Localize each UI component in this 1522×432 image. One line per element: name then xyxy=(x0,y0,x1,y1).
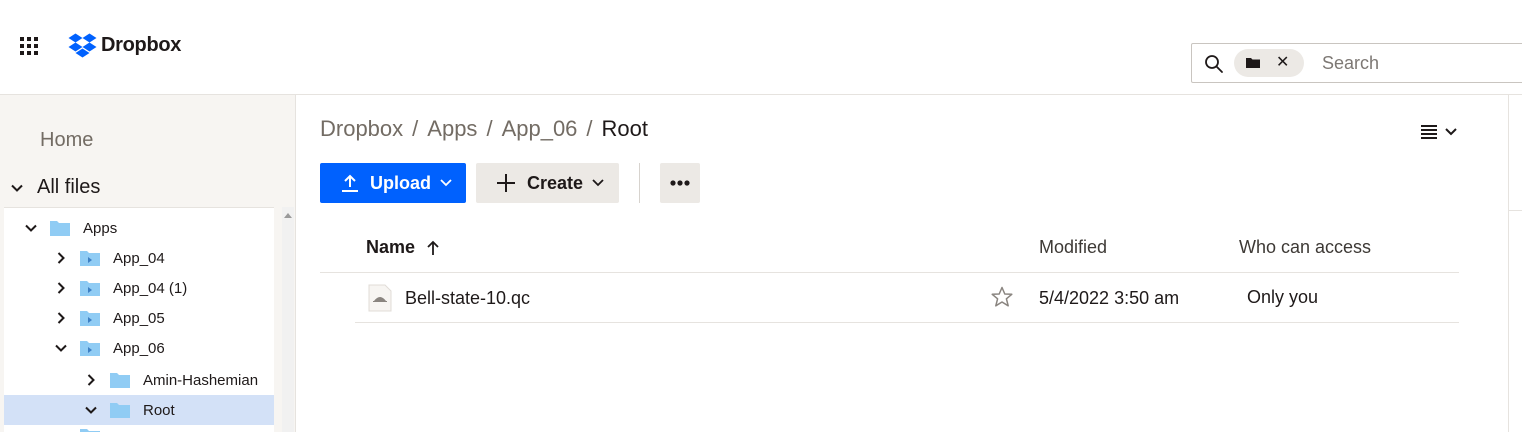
table-row[interactable]: Bell-state-10.qc 5/4/2022 3:50 am Only y… xyxy=(355,273,1459,323)
dropbox-logo-icon xyxy=(68,33,97,58)
table-divider xyxy=(355,322,1459,323)
upload-arrow-icon xyxy=(342,174,358,192)
create-button[interactable]: Create xyxy=(476,163,619,203)
dropbox-logo[interactable]: Dropbox xyxy=(68,33,181,58)
tree-item-label: Amin-Hashemian xyxy=(143,372,259,389)
sidebar-item-label: All files xyxy=(37,176,101,198)
breadcrumb-separator: / xyxy=(412,116,419,141)
sort-ascending-arrow-icon xyxy=(427,240,439,255)
breadcrumb-app-06[interactable]: App_06 xyxy=(502,116,578,142)
breadcrumb-apps[interactable]: Apps xyxy=(427,116,477,142)
tree-item-label: App_06 xyxy=(113,340,165,357)
column-header-who-can-access[interactable]: Who can access xyxy=(1239,237,1371,258)
clear-scope-close-icon[interactable]: ✕ xyxy=(1276,54,1289,72)
tree-item-app-05[interactable]: App_05 xyxy=(4,303,274,333)
file-name[interactable]: Bell-state-10.qc xyxy=(405,288,530,309)
more-actions-button[interactable] xyxy=(660,163,700,203)
folder-icon xyxy=(110,373,130,388)
tree-item-app-04-1[interactable]: App_04 (1) xyxy=(4,273,274,303)
page-title: Root xyxy=(601,116,649,141)
chevron-down-icon[interactable] xyxy=(10,181,24,195)
chevron-down-icon xyxy=(592,179,604,187)
main-content: Dropbox / Apps / App_06 / Root Upload Cr… xyxy=(297,95,1509,432)
app-folder-icon xyxy=(80,341,100,356)
app-switcher-grid-icon[interactable] xyxy=(20,37,40,55)
folder-icon xyxy=(50,221,70,236)
folder-icon xyxy=(80,429,100,432)
chevron-right-icon[interactable] xyxy=(54,311,68,325)
tree-item-label: Apps xyxy=(83,220,118,237)
breadcrumb-separator: / xyxy=(486,116,493,141)
search-scope-chip[interactable]: ✕ xyxy=(1234,49,1304,77)
right-panel-divider xyxy=(1509,210,1522,211)
toolbar-divider xyxy=(639,163,640,203)
breadcrumb: Dropbox / Apps / App_06 / Root xyxy=(320,116,648,142)
search-bar[interactable]: ✕ xyxy=(1191,43,1522,83)
tree-item-app-06[interactable]: App_06 xyxy=(4,333,274,363)
view-options-list-icon[interactable] xyxy=(1419,122,1463,142)
chevron-right-icon[interactable] xyxy=(54,251,68,265)
scroll-up-arrow-icon[interactable] xyxy=(284,213,292,218)
breadcrumb-separator: / xyxy=(586,116,593,141)
column-header-label: Name xyxy=(366,237,416,257)
search-icon xyxy=(1205,55,1223,73)
tree-item-label: App_04 (1) xyxy=(113,280,188,297)
tree-item-label: App_05 xyxy=(113,310,165,327)
folder-icon xyxy=(110,403,130,418)
tree-item-app-04[interactable]: App_04 xyxy=(4,243,274,273)
breadcrumb-dropbox[interactable]: Dropbox xyxy=(320,116,403,142)
star-icon[interactable] xyxy=(991,286,1013,308)
tree-item-label: Root xyxy=(143,402,175,419)
create-button-label: Create xyxy=(527,173,584,193)
chevron-right-icon[interactable] xyxy=(84,373,98,387)
folder-tree: Apps App_04 App_04 (1) App_05 App_06 Ami… xyxy=(4,207,274,432)
app-folder-icon xyxy=(80,251,100,266)
tree-item-amin-hashemian[interactable]: Amin-Hashemian xyxy=(4,365,274,395)
folder-icon xyxy=(1246,58,1260,68)
sidebar-item-all-files[interactable]: All files xyxy=(10,176,100,199)
app-folder-icon xyxy=(80,281,100,296)
right-panel-divider xyxy=(1508,95,1509,432)
chevron-right-icon[interactable] xyxy=(54,281,68,295)
folder-tree-scrollbar[interactable] xyxy=(282,207,294,432)
brand-name: Dropbox xyxy=(101,34,182,56)
chevron-down-icon[interactable] xyxy=(84,403,98,417)
column-header-modified[interactable]: Modified xyxy=(1039,237,1107,258)
top-bar: Dropbox ✕ xyxy=(0,0,1522,95)
sidebar: Home All files Apps App_04 App_04 (1) Ap… xyxy=(0,95,296,432)
file-access: Only you xyxy=(1247,287,1319,307)
tree-item-root[interactable]: Root xyxy=(4,395,274,425)
chevron-down-icon[interactable] xyxy=(54,341,68,355)
tree-item-label: App_04 xyxy=(113,250,165,267)
chevron-down-icon xyxy=(440,179,452,187)
tree-item-apps[interactable]: Apps xyxy=(4,213,274,243)
chevron-down-icon[interactable] xyxy=(24,221,38,235)
file-icon xyxy=(368,284,392,312)
upload-button-label: Upload xyxy=(370,173,431,193)
plus-icon xyxy=(497,174,515,192)
app-folder-icon xyxy=(80,311,100,326)
upload-button[interactable]: Upload xyxy=(320,163,466,203)
column-header-name[interactable]: Name xyxy=(366,237,440,258)
sidebar-item-home[interactable]: Home xyxy=(40,129,93,152)
more-horizontal-icon xyxy=(670,180,690,186)
file-modified: 5/4/2022 3:50 am xyxy=(1039,288,1180,308)
search-input[interactable] xyxy=(1322,52,1522,74)
